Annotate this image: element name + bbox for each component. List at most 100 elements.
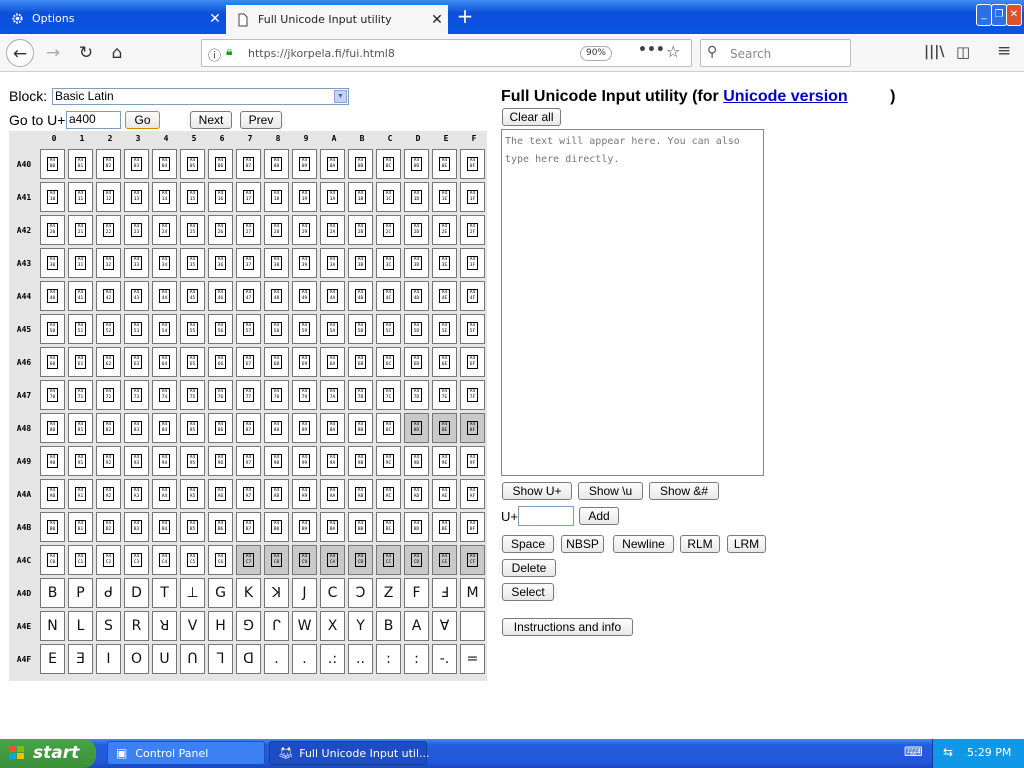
char-cell[interactable]: A4 AC — [376, 479, 401, 509]
char-cell[interactable]: A4 2C — [376, 215, 401, 245]
sidebar-icon[interactable]: ◫ — [956, 43, 970, 61]
instructions-button[interactable]: Instructions and info — [502, 618, 633, 636]
char-cell[interactable]: A4 11 — [68, 182, 93, 212]
char-cell[interactable]: A4 0A — [320, 149, 345, 179]
char-cell[interactable]: A4 53 — [124, 314, 149, 344]
char-cell[interactable]: A4 2E — [432, 215, 457, 245]
clear-all-button[interactable]: Clear all — [502, 108, 561, 126]
char-cell[interactable]: A4 56 — [208, 314, 233, 344]
char-cell[interactable]: A4 1F — [460, 182, 485, 212]
close-tab-icon[interactable]: ✕ — [426, 12, 448, 28]
char-cell[interactable]: A4 9E — [432, 446, 457, 476]
char-cell[interactable]: A4 15 — [180, 182, 205, 212]
char-cell[interactable]: ᒋ — [264, 611, 289, 641]
char-cell[interactable]: A4 A6 — [208, 479, 233, 509]
char-cell[interactable]: A4 54 — [152, 314, 177, 344]
char-cell[interactable]: A4 91 — [68, 446, 93, 476]
char-cell[interactable]: A4 71 — [68, 380, 93, 410]
char-cell[interactable]: -. — [432, 644, 457, 674]
home-icon[interactable]: ⌂ — [103, 39, 131, 67]
char-cell[interactable]: A4 76 — [208, 380, 233, 410]
char-cell[interactable]: A4 CE — [432, 545, 457, 575]
char-cell[interactable]: A4 75 — [180, 380, 205, 410]
char-cell[interactable]: A4 4C — [376, 281, 401, 311]
taskbar-item-firefox[interactable]: 🦊︎ Full Unicode Input util... — [269, 741, 430, 765]
char-cell[interactable]: A4 B8 — [264, 512, 289, 542]
char-cell[interactable]: A4 CA — [320, 545, 345, 575]
char-cell[interactable]: A4 55 — [180, 314, 205, 344]
char-cell[interactable]: A4 9D — [404, 446, 429, 476]
char-cell[interactable]: Ɐ — [432, 611, 457, 641]
show-amp-button[interactable]: Show &# — [649, 482, 719, 500]
char-cell[interactable] — [460, 611, 485, 641]
char-cell[interactable]: A4 45 — [180, 281, 205, 311]
show-u-button[interactable]: Show U+ — [502, 482, 572, 500]
char-cell[interactable]: A4 AA — [320, 479, 345, 509]
char-cell[interactable]: A4 B7 — [236, 512, 261, 542]
char-cell[interactable]: A4 B4 — [152, 512, 177, 542]
nbsp-button[interactable]: NBSP — [561, 535, 604, 553]
add-button[interactable]: Add — [579, 507, 619, 525]
char-cell[interactable]: I — [96, 644, 121, 674]
char-cell[interactable]: A4 5C — [376, 314, 401, 344]
char-cell[interactable]: A4 8E — [432, 413, 457, 443]
char-cell[interactable]: A4 0D — [404, 149, 429, 179]
char-cell[interactable]: A4 B3 — [124, 512, 149, 542]
block-select[interactable]: Basic Latin ▼ — [52, 88, 349, 105]
char-cell[interactable]: A4 4E — [432, 281, 457, 311]
char-cell[interactable]: A4 A7 — [236, 479, 261, 509]
char-cell[interactable]: A4 31 — [68, 248, 93, 278]
char-cell[interactable]: A4 AB — [348, 479, 373, 509]
char-cell[interactable]: A4 0C — [376, 149, 401, 179]
char-cell[interactable]: A4 8C — [376, 413, 401, 443]
char-cell[interactable]: A4 2B — [348, 215, 373, 245]
char-cell[interactable]: ⊥ — [180, 578, 205, 608]
char-cell[interactable]: A4 10 — [40, 182, 65, 212]
char-cell[interactable]: A4 1C — [376, 182, 401, 212]
close-window-button[interactable]: ✕ — [1006, 4, 1022, 26]
search-bar[interactable]: ⚲ Search — [700, 39, 851, 67]
char-cell[interactable]: A4 BC — [376, 512, 401, 542]
char-cell[interactable]: A4 79 — [292, 380, 317, 410]
char-cell[interactable]: A4 21 — [68, 215, 93, 245]
char-cell[interactable]: A4 AE — [432, 479, 457, 509]
char-cell[interactable]: A — [404, 611, 429, 641]
char-cell[interactable]: A4 C8 — [264, 545, 289, 575]
char-cell[interactable]: H — [208, 611, 233, 641]
char-cell[interactable]: A4 51 — [68, 314, 93, 344]
char-cell[interactable]: A4 12 — [96, 182, 121, 212]
char-cell[interactable]: A4 8F — [460, 413, 485, 443]
char-cell[interactable]: A4 B2 — [96, 512, 121, 542]
lrm-button[interactable]: LRM — [727, 535, 766, 553]
char-cell[interactable]: A4 CD — [404, 545, 429, 575]
char-cell[interactable]: A4 BD — [404, 512, 429, 542]
char-cell[interactable]: G — [208, 578, 233, 608]
char-cell[interactable]: W — [292, 611, 317, 641]
char-cell[interactable]: A4 46 — [208, 281, 233, 311]
char-cell[interactable]: A4 90 — [40, 446, 65, 476]
char-cell[interactable]: A4 7B — [348, 380, 373, 410]
char-cell[interactable]: A4 5A — [320, 314, 345, 344]
char-cell[interactable]: A4 73 — [124, 380, 149, 410]
char-cell[interactable]: A4 52 — [96, 314, 121, 344]
char-cell[interactable]: A4 17 — [236, 182, 261, 212]
char-cell[interactable]: A4 84 — [152, 413, 177, 443]
char-cell[interactable]: U — [152, 644, 177, 674]
char-cell[interactable]: A4 B9 — [292, 512, 317, 542]
char-cell[interactable]: A4 63 — [124, 347, 149, 377]
char-cell[interactable]: A4 6C — [376, 347, 401, 377]
char-cell[interactable]: A4 C2 — [96, 545, 121, 575]
char-cell[interactable]: A4 3A — [320, 248, 345, 278]
char-cell[interactable]: A4 C1 — [68, 545, 93, 575]
unicode-version-link[interactable]: Unicode version — [723, 88, 847, 105]
select-button[interactable]: Select — [502, 583, 554, 601]
char-cell[interactable]: A4 18 — [264, 182, 289, 212]
char-cell[interactable]: Y — [348, 611, 373, 641]
char-cell[interactable]: A4 80 — [40, 413, 65, 443]
char-cell[interactable]: L — [68, 611, 93, 641]
reload-icon[interactable]: ↻ — [72, 39, 100, 67]
char-cell[interactable]: A4 8D — [404, 413, 429, 443]
char-cell[interactable]: A4 37 — [236, 248, 261, 278]
char-cell[interactable]: A4 1A — [320, 182, 345, 212]
char-cell[interactable]: A4 49 — [292, 281, 317, 311]
